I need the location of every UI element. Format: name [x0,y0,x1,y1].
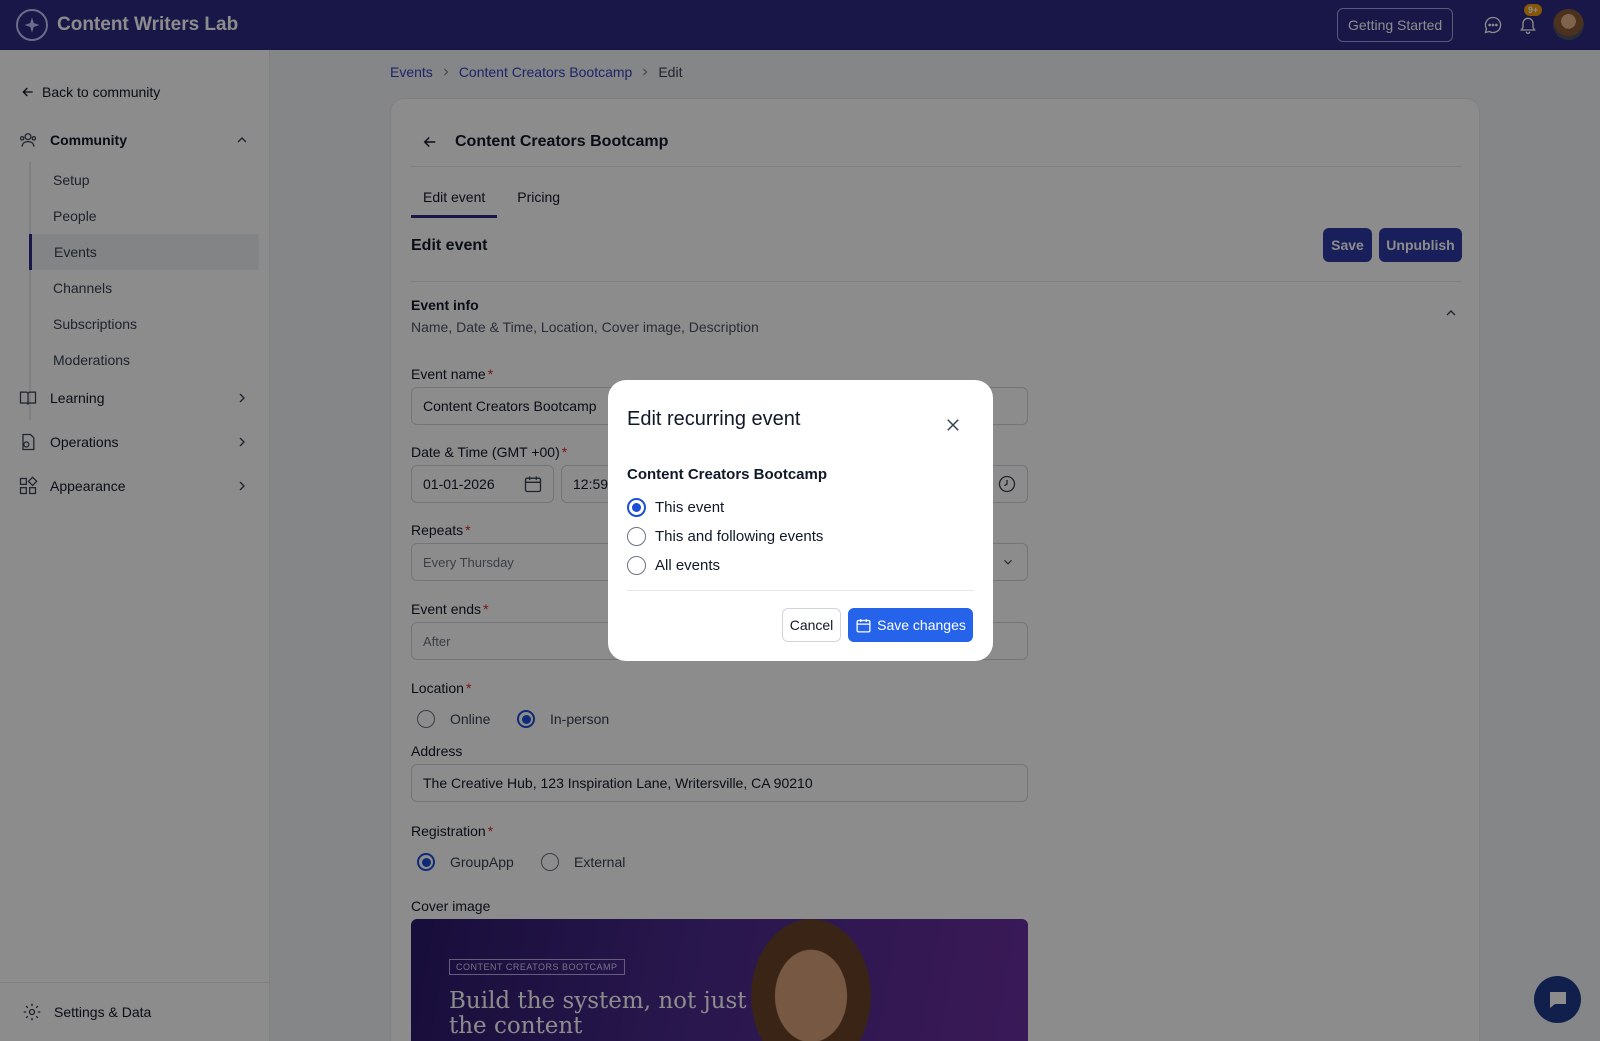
option-all-events-label: All events [655,557,721,574]
radio-this-and-following[interactable] [627,527,646,546]
radio-this-event[interactable] [627,498,646,517]
radio-all-events[interactable] [627,556,646,575]
close-icon[interactable] [944,416,962,434]
option-this-and-following[interactable]: This and following events [627,527,823,546]
option-all-events[interactable]: All events [627,556,720,575]
dialog-divider [627,590,974,591]
option-this-event[interactable]: This event [627,498,724,517]
option-this-event-label: This event [655,499,725,516]
dialog-event-name: Content Creators Bootcamp [627,466,828,483]
option-this-and-following-label: This and following events [655,528,824,545]
save-changes-button[interactable]: Save changes [848,608,973,642]
edit-recurring-event-dialog: Edit recurring event Content Creators Bo… [608,380,993,661]
dialog-title: Edit recurring event [627,408,801,430]
save-changes-label: Save changes [877,617,966,633]
cancel-button[interactable]: Cancel [782,608,841,642]
calendar-icon [856,618,871,633]
